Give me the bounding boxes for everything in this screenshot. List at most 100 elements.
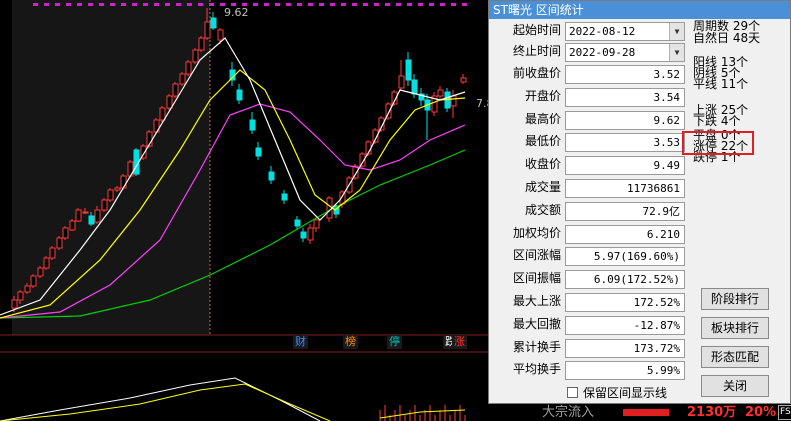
keep-interval-line-checkbox[interactable]: 保留区间显示线 (567, 386, 667, 400)
candle-body (192, 49, 199, 63)
marker-dot (198, 3, 203, 6)
stat-item: 下跌 4个 (693, 114, 741, 128)
marker-dot (209, 3, 214, 6)
marker-dot (253, 3, 258, 6)
start-date-picker[interactable]: 2022-08-12 ▼ (565, 22, 685, 41)
candle-body (166, 95, 173, 109)
field-label: 平均换手 (512, 362, 561, 377)
fs-indicator[interactable]: FS (778, 405, 791, 420)
field-value: 3.53 (565, 133, 685, 153)
candle-body (281, 193, 288, 201)
field-value: -12.87% (565, 315, 685, 335)
pattern-match-button[interactable]: 形态匹配 (701, 346, 769, 368)
candle-body (62, 227, 69, 239)
candle-body (120, 175, 127, 189)
candle-body (49, 247, 56, 259)
field-label: 区间振幅 (512, 271, 561, 286)
candle-body (255, 147, 262, 157)
field-label: 最大回撤 (512, 316, 561, 331)
sector-rank-button[interactable]: 板块排行 (701, 317, 769, 339)
event-tag[interactable]: 停 (387, 335, 402, 349)
candle-body (185, 61, 192, 75)
marker-dot (363, 3, 368, 6)
candle-body (11, 299, 18, 309)
field-value: 6.09(172.52%) (565, 270, 685, 290)
interval-stats-dialog: ST曙光 区间统计 起始时间 2022-08-12 ▼ 终止时间 2022-09… (488, 0, 791, 404)
marker-dot (154, 3, 159, 6)
marker-dot (451, 3, 456, 6)
inflow-percent: 20% (745, 405, 777, 420)
start-date-value: 2022-08-12 (569, 25, 636, 38)
candle-body (405, 59, 412, 81)
bulk-inflow-label: 大宗流入 (542, 405, 595, 420)
marker-dot (110, 3, 115, 6)
close-button[interactable]: 关闭 (701, 375, 769, 397)
marker-dot (341, 3, 346, 6)
marker-dot (55, 3, 60, 6)
stage-rank-button[interactable]: 阶段排行 (701, 288, 769, 310)
marker-dot (418, 3, 423, 6)
candle-body (204, 21, 211, 39)
field-label: 最大上涨 (512, 294, 561, 308)
marker-dot (275, 3, 280, 6)
marker-dot (77, 3, 82, 6)
end-date-picker[interactable]: 2022-09-28 ▼ (565, 43, 685, 62)
start-time-label: 起始时间 (512, 23, 561, 37)
end-time-label: 终止时间 (512, 44, 561, 58)
end-date-value: 2022-09-28 (569, 46, 636, 59)
marker-dot (132, 3, 137, 6)
marker-dot (66, 3, 71, 6)
chevron-down-icon[interactable]: ▼ (669, 44, 684, 61)
marker-dot (308, 3, 313, 6)
marker-dot (429, 3, 434, 6)
marker-dot (121, 3, 126, 6)
candle-body (172, 83, 179, 97)
field-value: 5.97(169.60%) (565, 247, 685, 267)
marker-dot (143, 3, 148, 6)
event-tag[interactable]: 财 (293, 335, 308, 349)
inflow-bar (623, 409, 669, 416)
highlight-box (682, 131, 754, 155)
field-label: 成交额 (524, 202, 561, 217)
marker-dot (264, 3, 269, 6)
candle-body (94, 209, 101, 223)
marker-dot (88, 3, 93, 6)
candle-body (411, 79, 418, 95)
field-label: 加权均价 (512, 225, 561, 240)
candle-body (313, 219, 320, 229)
marker-dot (33, 3, 38, 6)
candle-body (460, 77, 467, 83)
candle-body (198, 37, 205, 51)
marker-dot (462, 3, 467, 6)
marker-dot (165, 3, 170, 6)
marker-dot (352, 3, 357, 6)
marker-dot (187, 3, 192, 6)
checkbox-label: 保留区间显示线 (583, 386, 668, 400)
field-label: 开盘价 (524, 88, 561, 103)
field-label: 最高价 (524, 111, 561, 126)
field-label: 成交量 (524, 180, 561, 194)
candle-body (210, 17, 217, 29)
candle-body (294, 219, 301, 227)
candle-body (24, 285, 31, 293)
marker-dot (319, 3, 324, 6)
checkbox-box[interactable] (567, 387, 578, 398)
field-label: 区间涨幅 (512, 248, 561, 263)
dialog-title[interactable]: ST曙光 区间统计 (489, 1, 790, 19)
marker-dot (396, 3, 401, 6)
candle-body (37, 267, 44, 277)
candle-body (30, 275, 37, 287)
candle-body (114, 187, 121, 191)
field-value: 3.54 (565, 87, 685, 107)
event-tag[interactable]: 涨 (452, 335, 467, 349)
chevron-down-icon[interactable]: ▼ (669, 23, 684, 40)
candle-body (437, 89, 444, 97)
marker-dot (176, 3, 181, 6)
field-value: 72.9亿 (565, 201, 685, 221)
candle-body (159, 107, 166, 121)
candle-body (82, 211, 89, 214)
candle-body (107, 189, 114, 201)
event-tag[interactable]: 榜 (343, 335, 358, 349)
field-value: 9.49 (565, 156, 685, 176)
candle-body (101, 199, 108, 211)
